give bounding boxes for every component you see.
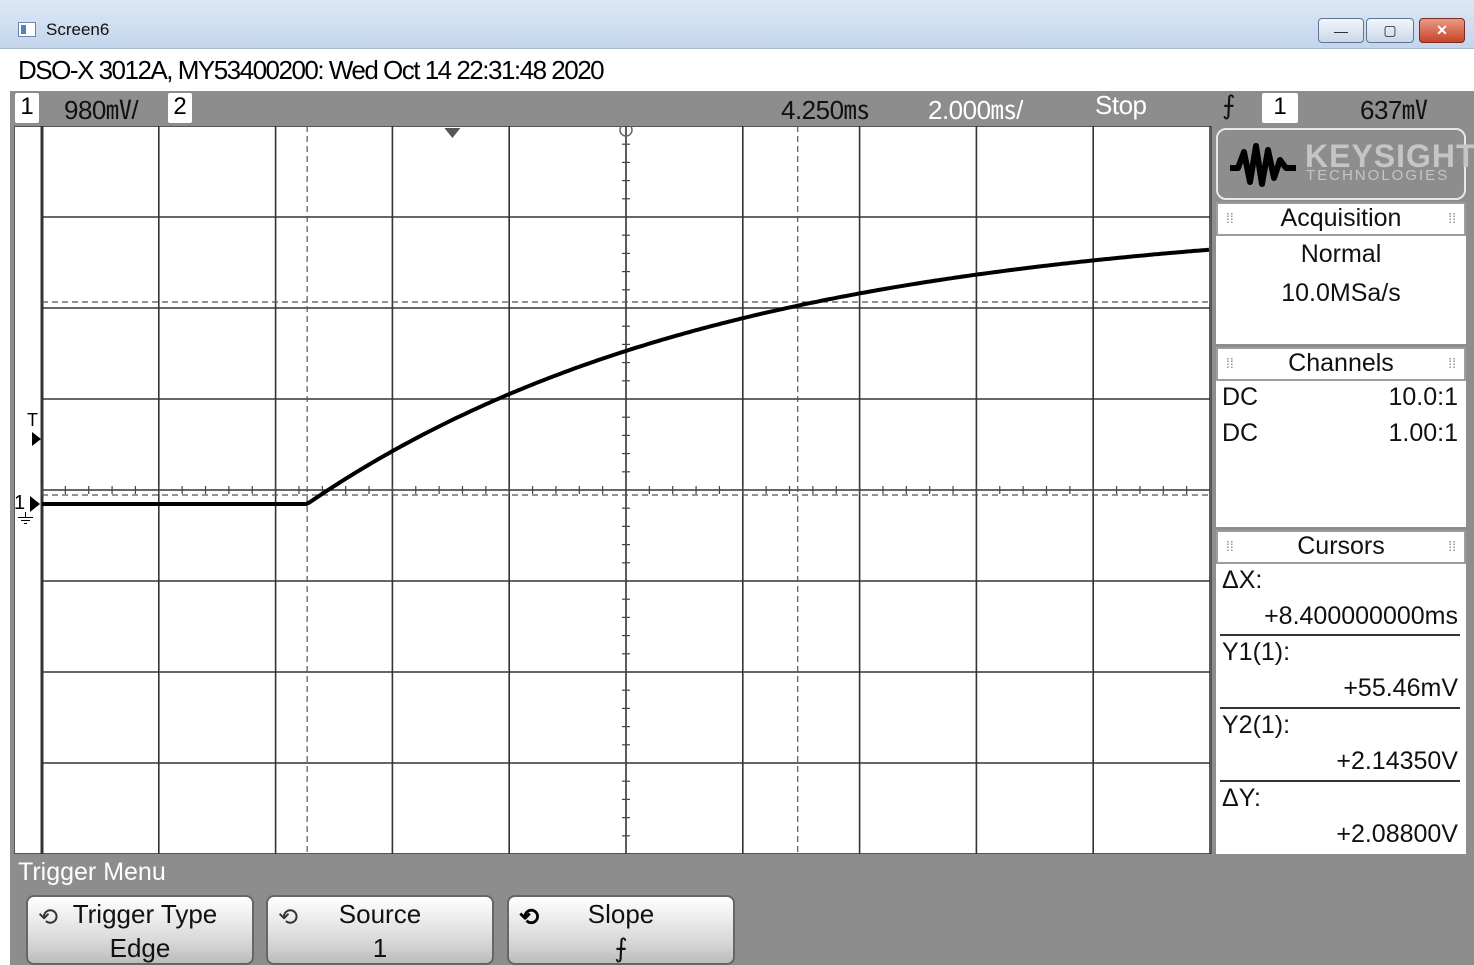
grip-icon: ⁞⁞ <box>1226 355 1234 371</box>
cursor-dx-label: ΔX: <box>1222 566 1263 594</box>
close-icon: ✕ <box>1436 22 1448 38</box>
grip-icon: ⁞⁞ <box>1448 210 1456 226</box>
softkey-slope-value: ⨍ <box>614 933 628 963</box>
grip-icon: ⁞⁞ <box>1226 538 1234 554</box>
cursors-heading-text: Cursors <box>1297 532 1385 560</box>
ch2-probe: 1.00:1 <box>1388 419 1458 447</box>
logo-sub: TECHNOLOGIES <box>1306 167 1450 184</box>
softkey-source-value: 1 <box>372 933 388 963</box>
maximize-button[interactable]: ▢ <box>1366 18 1414 43</box>
trigger-level: 637㎷ <box>1360 95 1428 125</box>
cursor-dy-label: ΔY: <box>1222 784 1261 812</box>
capture-info-text: DSO-X 3012A, MY53400200: Wed Oct 14 22:3… <box>18 55 605 85</box>
acquisition-heading-text: Acquisition <box>1280 204 1402 232</box>
divider <box>1220 780 1460 782</box>
cursor-y2-label: Y2(1): <box>1222 711 1291 739</box>
ch1-probe: 10.0:1 <box>1388 383 1458 411</box>
channels-heading: ⁞⁞ Channels ⁞⁞ <box>1216 347 1466 381</box>
divider <box>1220 634 1460 636</box>
cursors-body: ΔX: +8.400000000ms Y1(1): +55.46mV Y2(1)… <box>1216 564 1466 854</box>
grip-icon: ⁞⁞ <box>1448 355 1456 371</box>
keysight-wave-icon <box>1230 143 1296 187</box>
ground-icon <box>18 512 34 524</box>
softkey-source[interactable]: ⟲ Source 1 <box>266 895 494 965</box>
grip-icon: ⁞⁞ <box>1226 210 1234 226</box>
waveform-plot <box>40 126 1211 854</box>
cursor-y2-value: +2.14350V <box>1336 747 1458 775</box>
trigger-arrow-icon <box>32 432 41 446</box>
time-scale: 2.000㎳/ <box>928 95 1023 125</box>
softkey-trigger-type-label: Trigger Type <box>72 899 218 929</box>
acquisition-mode: Normal <box>1300 240 1382 268</box>
ch1-number: 1 <box>20 93 34 120</box>
acquisition-body: Normal 10.0MSa/s <box>1216 236 1466 344</box>
ch2-coupling: DC <box>1222 419 1259 447</box>
ch2-indicator[interactable]: 2 <box>168 93 192 123</box>
ch1-coupling: DC <box>1222 383 1259 411</box>
cursors-heading: ⁞⁞ Cursors ⁞⁞ <box>1216 530 1466 564</box>
cursor-y1-value: +55.46mV <box>1343 674 1458 702</box>
trigger-source-indicator[interactable]: 1 <box>1262 93 1298 123</box>
cursor-y1-label: Y1(1): <box>1222 638 1291 666</box>
trigger-menu-title: Trigger Menu <box>18 858 166 886</box>
maximize-icon: ▢ <box>1383 22 1397 38</box>
close-button[interactable]: ✕ <box>1419 18 1465 43</box>
ch1-scale: 980㎷/ <box>64 95 139 125</box>
delay-marker-icon <box>444 128 461 138</box>
trigger-source-number: 1 <box>1273 93 1287 120</box>
cursor-dx-value: +8.400000000ms <box>1264 602 1458 630</box>
acquisition-heading: ⁞⁞ Acquisition ⁞⁞ <box>1216 202 1466 236</box>
cursor-dy-value: +2.08800V <box>1336 820 1458 848</box>
softkey-source-label: Source <box>338 899 422 929</box>
window-titlebar <box>0 0 1474 49</box>
softkey-trigger-type-value: Edge <box>109 933 171 963</box>
softkey-slope[interactable]: ⟲ Slope ⨍ <box>507 895 735 965</box>
grip-icon: ⁞⁞ <box>1448 538 1456 554</box>
channels-body: DC 10.0:1 DC 1.00:1 <box>1216 381 1466 527</box>
minimize-button[interactable]: — <box>1318 18 1364 43</box>
trigger-slope-icon: ⨍ <box>1222 90 1236 120</box>
acquisition-sample-rate: 10.0MSa/s <box>1281 279 1401 307</box>
ground-arrow-icon <box>30 496 40 512</box>
window-app-icon <box>18 22 36 37</box>
window-title: Screen6 <box>46 20 110 39</box>
channels-heading-text: Channels <box>1288 349 1394 377</box>
trigger-time-marker: T <box>27 410 38 430</box>
divider <box>1220 707 1460 709</box>
run-state: Stop <box>1095 90 1147 120</box>
ch1-indicator[interactable]: 1 <box>15 93 39 123</box>
ch2-number: 2 <box>173 93 187 120</box>
minimize-icon: — <box>1334 22 1348 39</box>
softkey-slope-label: Slope <box>587 899 655 929</box>
time-delay: 4.250㎳ <box>781 95 870 125</box>
softkey-trigger-type[interactable]: ⟲ Trigger Type Edge <box>26 895 254 965</box>
